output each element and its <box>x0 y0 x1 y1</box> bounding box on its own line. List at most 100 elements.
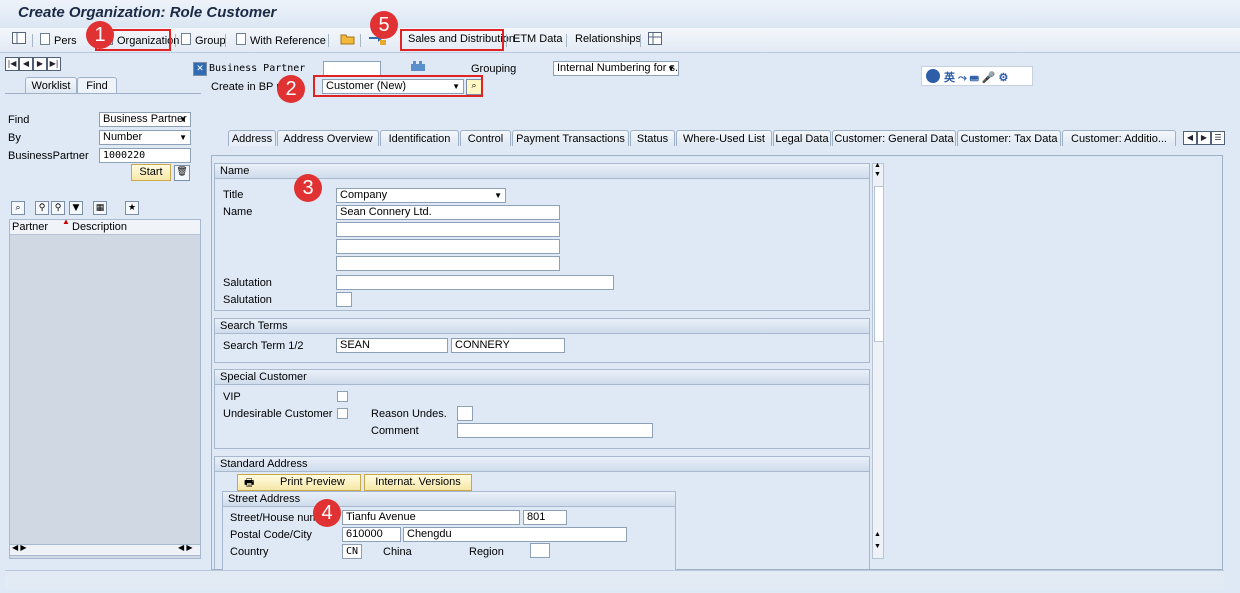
tab-find[interactable]: Find <box>77 77 117 93</box>
locator-panel: |◀ ◀ ▶ ▶| Worklist Find Find Business Pa… <box>5 57 201 570</box>
undesirable-checkbox[interactable] <box>337 408 348 419</box>
scroll-up-2-icon[interactable]: ▼ <box>874 171 881 178</box>
name-line-2[interactable] <box>336 222 560 237</box>
previous-page-icon[interactable]: ◀ <box>19 57 33 71</box>
display-icon[interactable]: ⌕ <box>11 201 25 215</box>
tab-scroll-right-icon[interactable]: ▶ <box>1197 131 1211 145</box>
scroll-down-2-icon[interactable]: ▲ <box>874 531 881 538</box>
last-page-icon[interactable]: ▶| <box>47 57 61 71</box>
tab-scroll-left-icon[interactable]: ◀ <box>1183 131 1197 145</box>
region-label: Region <box>469 546 504 558</box>
street-label: Street/House numb <box>230 512 325 524</box>
title-select[interactable]: Company <box>336 188 506 203</box>
search-term-1-input[interactable]: SEAN <box>336 338 448 353</box>
name-label: Name <box>223 206 253 218</box>
business-partner-label: BusinessPartner <box>8 150 89 162</box>
find-icon[interactable]: ⚲ <box>35 201 49 215</box>
tab-customer-additional[interactable]: Customer: Additio... <box>1062 130 1176 146</box>
tab-payment-transactions[interactable]: Payment Transactions <box>512 130 629 146</box>
salutation-input[interactable] <box>336 275 614 290</box>
vertical-scrollbar[interactable]: ▲ ▼ ▲ ▼ <box>872 162 884 559</box>
salutation-2-input[interactable] <box>336 292 352 307</box>
open-folder-icon[interactable] <box>340 32 355 48</box>
highlight-role <box>313 75 483 97</box>
start-button[interactable]: Start <box>131 164 171 181</box>
etm-data-button[interactable]: ETM Data <box>513 33 563 45</box>
by-label: By <box>8 132 21 144</box>
trash-icon[interactable]: 🗑 <box>174 165 190 181</box>
description-column-header[interactable]: Description <box>72 221 127 233</box>
by-select[interactable]: Number <box>99 130 191 145</box>
find-select[interactable]: Business Partner <box>99 112 191 127</box>
city-input[interactable]: Chengdu <box>403 527 627 542</box>
salutation-label: Salutation <box>223 277 272 289</box>
vip-checkbox[interactable] <box>337 391 348 402</box>
salutation-2-label: Salutation <box>223 294 272 306</box>
horizontal-scrollbar[interactable]: ◀ ▶ ◀ ▶ <box>9 543 201 556</box>
print-preview-button[interactable]: 🖶 Print Preview <box>237 474 361 491</box>
scroll-down-icon[interactable]: ▼ <box>874 543 881 550</box>
postal-code-input[interactable]: 610000 <box>342 527 401 542</box>
next-page-icon[interactable]: ▶ <box>33 57 47 71</box>
input-method-bar[interactable]: 英 ⤳ ⌨ 🎤 ⚙ <box>921 66 1033 86</box>
tab-status[interactable]: Status <box>630 130 675 146</box>
tab-address[interactable]: Address <box>228 130 276 146</box>
tab-content: Name Title Company Name Sean Connery Ltd… <box>211 155 1223 570</box>
tab-control[interactable]: Control <box>460 130 511 146</box>
annotation-badge-2: 2 <box>277 75 305 103</box>
tab-identification[interactable]: Identification <box>380 130 459 146</box>
group-button[interactable]: Group <box>181 33 226 47</box>
tab-list-icon[interactable]: ☰ <box>1211 131 1225 145</box>
business-partner-header-input[interactable] <box>323 61 381 76</box>
search-term-2-input[interactable]: CONNERY <box>451 338 565 353</box>
first-page-icon[interactable]: |◀ <box>5 57 19 71</box>
annotation-badge-5: 5 <box>370 11 398 39</box>
close-icon[interactable]: ✕ <box>193 62 207 76</box>
scroll-up-icon[interactable]: ▲ <box>874 162 881 169</box>
comment-input[interactable] <box>457 423 653 438</box>
title-bar: Create Organization: Role Customer <box>0 0 1240 29</box>
search-terms-group: Search Terms Search Term 1/2 SEAN CONNER… <box>214 318 870 363</box>
tab-worklist[interactable]: Worklist <box>25 77 77 93</box>
printer-icon: 🖶 <box>244 477 255 489</box>
organization-structure-icon[interactable] <box>410 60 426 75</box>
annotation-badge-1: 1 <box>86 21 114 49</box>
tab-legal-data[interactable]: Legal Data <box>773 130 831 146</box>
layout-select-icon[interactable]: ▦ <box>93 201 107 215</box>
tab-customer-general-data[interactable]: Customer: General Data <box>832 130 956 146</box>
scroll-thumb[interactable] <box>874 186 884 342</box>
document-icon <box>236 33 246 45</box>
favorites-icon[interactable]: ★ <box>125 201 139 215</box>
partner-column-header[interactable]: Partner <box>12 221 48 233</box>
house-number-input[interactable]: 801 <box>523 510 567 525</box>
with-reference-button[interactable]: With Reference <box>236 33 326 47</box>
table-settings-icon[interactable] <box>648 32 662 48</box>
reason-undes-label: Reason Undes. <box>371 408 447 420</box>
internat-versions-button[interactable]: Internat. Versions <box>364 474 472 491</box>
name-line-4[interactable] <box>336 256 560 271</box>
postal-city-label: Postal Code/City <box>230 529 312 541</box>
filter-icon[interactable]: ▼ <box>69 201 83 215</box>
name-line-3[interactable] <box>336 239 560 254</box>
comment-label: Comment <box>371 425 419 437</box>
country-code-input[interactable]: CN <box>342 544 362 559</box>
relationships-button[interactable]: Relationships <box>575 33 641 45</box>
ime-tools-icon[interactable]: 英 ⤳ ⌨ 🎤 ⚙ <box>944 69 1008 85</box>
tab-address-overview[interactable]: Address Overview <box>277 130 379 146</box>
country-name: China <box>383 546 412 558</box>
layout-icon[interactable] <box>12 32 26 47</box>
tab-where-used-list[interactable]: Where-Used List <box>676 130 772 146</box>
highlight-sales <box>400 29 504 51</box>
business-partner-input[interactable]: 1000220 <box>99 148 191 163</box>
tab-strip: Address Address Overview Identification … <box>211 130 1225 147</box>
grouping-select[interactable]: Internal Numbering for s... <box>553 61 679 76</box>
street-input[interactable]: Tianfu Avenue <box>342 510 520 525</box>
person-button[interactable]: Pers <box>40 33 77 47</box>
annotation-badge-4: 4 <box>313 499 341 527</box>
reason-undes-input[interactable] <box>457 406 473 421</box>
undesirable-label: Undesirable Customer <box>223 408 333 420</box>
find-next-icon[interactable]: ⚲ <box>51 201 65 215</box>
tab-customer-tax-data[interactable]: Customer: Tax Data <box>957 130 1061 146</box>
name-line-1[interactable]: Sean Connery Ltd. <box>336 205 560 220</box>
region-input[interactable] <box>530 543 550 558</box>
